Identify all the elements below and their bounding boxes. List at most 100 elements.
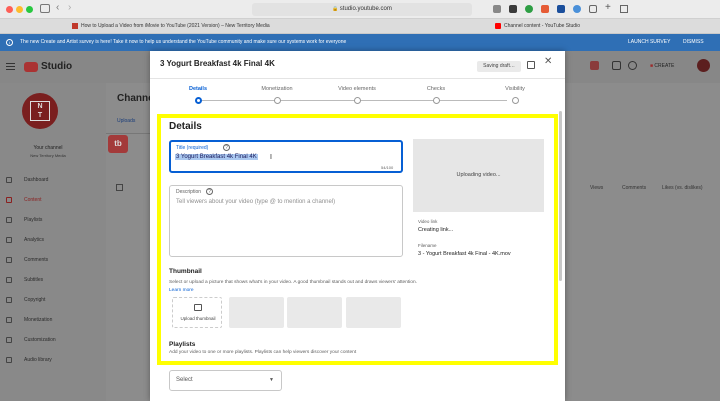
step-checks[interactable]: Checks: [406, 86, 466, 92]
extension-icon[interactable]: [541, 5, 549, 13]
help-icon[interactable]: [628, 61, 637, 70]
dialog-title: 3 Yogurt Breakfast 4k Final 4K: [160, 59, 275, 68]
playlists-icon: [6, 217, 12, 223]
step-monetization[interactable]: Monetization: [247, 86, 307, 92]
subtitles-icon: [6, 277, 12, 283]
sidebar-item-dashboard[interactable]: Dashboard: [0, 173, 106, 187]
survey-banner: i The new Create and Artist survey is he…: [0, 34, 720, 51]
sidebar-item-customization[interactable]: Customization: [0, 333, 106, 347]
new-tab-icon[interactable]: +: [605, 2, 611, 13]
extension-icon[interactable]: [573, 5, 581, 13]
info-icon: i: [6, 39, 13, 46]
step-video-elements[interactable]: Video elements: [327, 86, 387, 92]
channel-avatar[interactable]: NT: [22, 93, 58, 129]
page-title: Channel content: [117, 93, 150, 104]
text-cursor-icon: I: [270, 154, 272, 161]
playlist-select[interactable]: Select ▼: [169, 370, 282, 391]
auto-thumbnail[interactable]: [346, 297, 401, 328]
feedback-icon[interactable]: [527, 61, 535, 69]
studio-logo: Studio: [41, 61, 73, 72]
image-upload-icon: [194, 304, 202, 311]
studio-sidebar: NT Your channel New Territory Media Dash…: [0, 83, 106, 401]
video-link-value: Creating link...: [418, 227, 454, 233]
minimize-window-icon[interactable]: [16, 6, 23, 13]
close-icon[interactable]: ✕: [544, 56, 552, 67]
extension-icon[interactable]: [525, 5, 533, 13]
content-icon: [6, 197, 12, 203]
back-icon[interactable]: ‹: [56, 2, 59, 13]
brand-badge: tb: [108, 135, 128, 153]
sidebar-item-audio-library[interactable]: Audio library: [0, 353, 106, 367]
menu-icon[interactable]: [6, 63, 15, 64]
comments-icon: [6, 257, 12, 263]
views-column: Views: [590, 185, 604, 191]
feedback-icon[interactable]: [612, 61, 621, 70]
sidebar-item-subtitles[interactable]: Subtitles: [0, 273, 106, 287]
tab-uploads[interactable]: Uploads: [117, 118, 135, 124]
channel-name: New Territory Media: [30, 153, 66, 158]
dismiss-button[interactable]: DISMISS: [683, 34, 704, 51]
auto-thumbnail[interactable]: [229, 297, 284, 328]
auto-thumbnail[interactable]: [287, 297, 342, 328]
launch-survey-button[interactable]: LAUNCH SURVEY: [628, 34, 670, 51]
comments-column: Comments: [622, 185, 647, 191]
select-all-checkbox[interactable]: [116, 184, 123, 191]
analytics-icon: [6, 237, 12, 243]
channel-title: Your channel: [33, 145, 63, 151]
scrollbar[interactable]: [559, 111, 562, 281]
youtube-logo-icon: [24, 62, 38, 72]
learn-more-link[interactable]: Learn more: [169, 288, 194, 293]
tab-bar: How to Upload a Video from iMovie to You…: [0, 19, 720, 34]
monetization-icon: [6, 317, 12, 323]
maximize-window-icon[interactable]: [26, 6, 33, 13]
step-dot-monetization[interactable]: [274, 97, 281, 104]
sidebar-toggle-icon[interactable]: [40, 4, 50, 13]
thumbnail-description: Select or upload a picture that shows wh…: [169, 280, 417, 293]
extension-icon[interactable]: [493, 5, 501, 13]
step-dot-visibility[interactable]: [512, 97, 519, 104]
create-button[interactable]: ■ CREATE: [650, 61, 686, 72]
step-dot-video-elements[interactable]: [354, 97, 361, 104]
step-dot-details[interactable]: [195, 97, 202, 104]
playlists-description: Add your video to one or more playlists.…: [169, 350, 357, 355]
tab-overview-icon[interactable]: [620, 5, 628, 13]
sidebar-item-comments[interactable]: Comments: [0, 253, 106, 267]
video-link-label: Video link: [418, 219, 438, 224]
sidebar-item-analytics[interactable]: Analytics: [0, 233, 106, 247]
share-icon[interactable]: [589, 5, 597, 13]
avatar[interactable]: [697, 59, 710, 72]
upload-dialog: 3 Yogurt Breakfast 4k Final 4K Saving dr…: [150, 51, 565, 401]
tab-channel-content[interactable]: Channel content - YouTube Studio: [495, 21, 635, 32]
audio-library-icon: [6, 357, 12, 363]
url-bar[interactable]: 🔒 studio.youtube.com: [252, 3, 472, 16]
divider: [106, 133, 150, 134]
close-window-icon[interactable]: [6, 6, 13, 13]
description-field[interactable]: Description ? Tell viewers about your vi…: [169, 185, 403, 257]
sidebar-item-monetization[interactable]: Monetization: [0, 313, 106, 327]
help-icon[interactable]: ?: [223, 144, 230, 151]
extension-icon[interactable]: [557, 5, 565, 13]
section-title: Details: [169, 121, 202, 132]
channel-logo: NT: [30, 101, 50, 121]
tab-how-to-upload[interactable]: How to Upload a Video from iMovie to You…: [72, 21, 312, 32]
step-dot-checks[interactable]: [433, 97, 440, 104]
dashboard-icon: [6, 177, 12, 183]
sidebar-item-copyright[interactable]: Copyright: [0, 293, 106, 307]
live-icon[interactable]: [590, 61, 599, 70]
extension-icon[interactable]: [509, 5, 517, 13]
sidebar-item-content[interactable]: Content: [0, 193, 106, 207]
lock-icon: 🔒: [332, 6, 340, 12]
step-details[interactable]: Details: [168, 86, 228, 92]
upload-thumbnail-button[interactable]: Upload thumbnail: [172, 297, 222, 328]
filename-label: Filename: [418, 243, 437, 248]
youtube-favicon-icon: [495, 22, 501, 29]
step-visibility[interactable]: Visibility: [485, 86, 545, 92]
sidebar-item-playlists[interactable]: Playlists: [0, 213, 106, 227]
playlists-title: Playlists: [169, 341, 196, 348]
help-icon[interactable]: ?: [206, 188, 213, 195]
video-preview: Uploading video...: [413, 139, 544, 212]
forward-icon[interactable]: ›: [68, 2, 71, 13]
title-field[interactable]: Title (required) ? 3 Yogurt Breakfast 4k…: [169, 140, 403, 173]
title-value: 3 Yogurt Breakfast 4k Final 4K: [175, 154, 258, 160]
divider: [150, 78, 565, 79]
